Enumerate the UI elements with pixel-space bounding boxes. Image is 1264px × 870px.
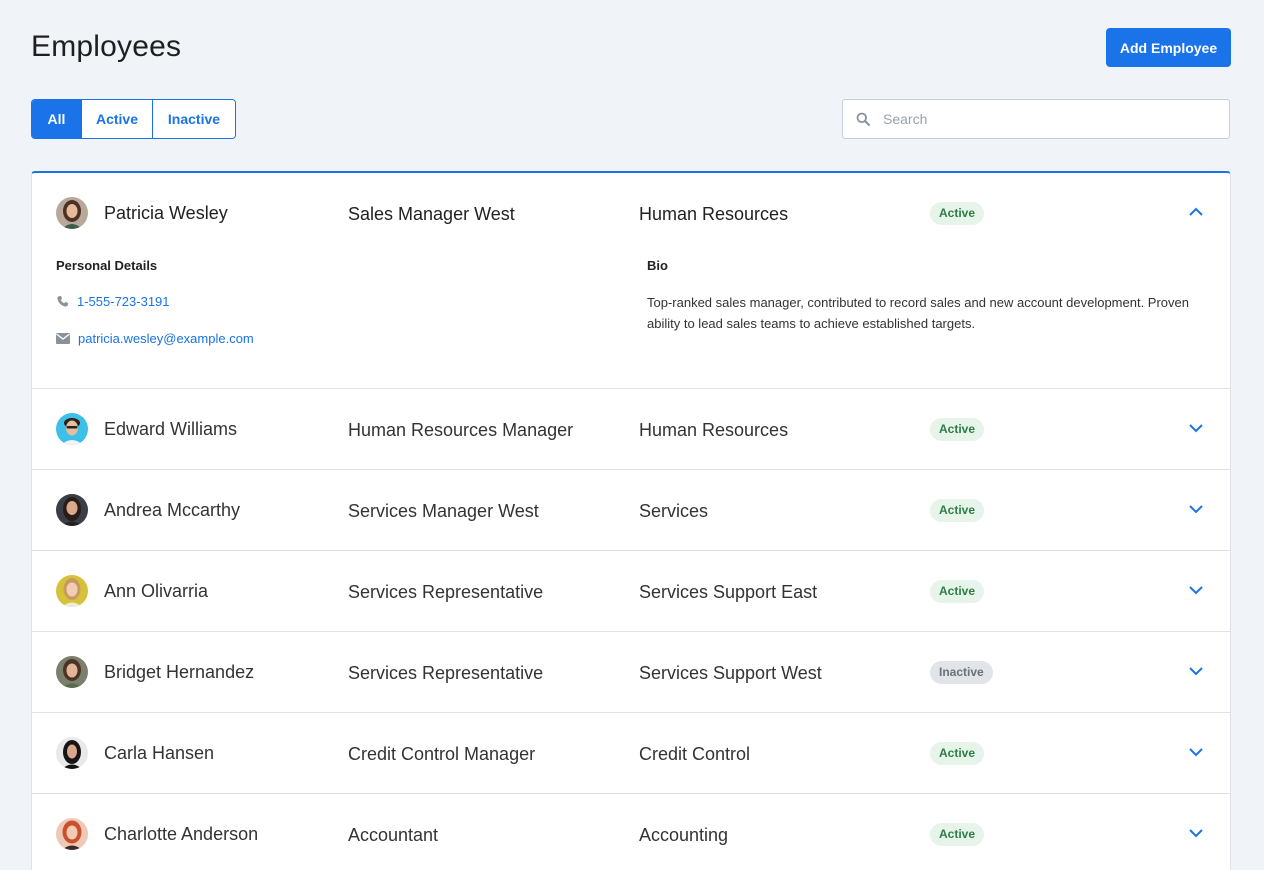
employee-row[interactable]: Patricia Wesley Sales Manager West Human…: [32, 173, 1230, 389]
chevron-up-icon[interactable]: [1188, 206, 1204, 218]
employee-row[interactable]: Edward Williams Human Resources Manager …: [32, 389, 1230, 470]
employee-title: Services Representative: [348, 582, 544, 602]
employee-department: Services Support East: [639, 582, 818, 602]
search-icon: [856, 112, 870, 126]
add-employee-button[interactable]: Add Employee: [1106, 28, 1231, 67]
envelope-icon: [56, 333, 70, 344]
search-input[interactable]: [883, 100, 1223, 138]
employee-department: Credit Control: [639, 744, 751, 764]
employee-title: Sales Manager West: [348, 204, 515, 224]
chevron-down-icon[interactable]: [1188, 584, 1204, 596]
filter-all-button[interactable]: All: [32, 100, 81, 138]
email-link[interactable]: patricia.wesley@example.com: [78, 331, 254, 346]
employee-row[interactable]: Andrea Mccarthy Services Manager West Se…: [32, 470, 1230, 551]
employee-name: Patricia Wesley: [104, 203, 228, 223]
employee-name: Ann Olivarria: [104, 581, 209, 601]
employee-list: Patricia Wesley Sales Manager West Human…: [31, 171, 1231, 870]
status-badge: Active: [930, 499, 985, 522]
chevron-down-icon[interactable]: [1188, 665, 1204, 677]
employee-name: Carla Hansen: [104, 743, 215, 763]
chevron-down-icon[interactable]: [1188, 422, 1204, 434]
status-filter-group: All Active Inactive: [31, 99, 236, 139]
status-badge: Active: [930, 742, 985, 765]
employee-title: Services Representative: [348, 663, 544, 683]
employee-row[interactable]: Carla Hansen Credit Control Manager Cred…: [32, 713, 1230, 794]
employee-department: Human Resources: [639, 420, 789, 440]
avatar: [56, 197, 88, 229]
page-title: Employees: [31, 30, 182, 63]
employee-name: Bridget Hernandez: [104, 662, 255, 682]
bio-label: Bio: [647, 258, 668, 273]
employee-department: Accounting: [639, 825, 729, 845]
filter-inactive-button[interactable]: Inactive: [152, 100, 235, 138]
chevron-down-icon[interactable]: [1188, 503, 1204, 515]
employee-department: Services Support West: [639, 663, 822, 683]
employee-row[interactable]: Bridget Hernandez Services Representativ…: [32, 632, 1230, 713]
employee-row[interactable]: Charlotte Anderson Accountant Accounting…: [32, 794, 1230, 870]
employee-department: Human Resources: [639, 204, 789, 224]
employee-title: Human Resources Manager: [348, 420, 574, 440]
employee-title: Credit Control Manager: [348, 744, 536, 764]
avatar: [56, 656, 88, 688]
status-badge: Active: [930, 202, 985, 225]
avatar: [56, 413, 88, 445]
employee-name: Edward Williams: [104, 419, 238, 439]
filter-active-button[interactable]: Active: [81, 100, 152, 138]
avatar: [56, 575, 88, 607]
avatar: [56, 818, 88, 850]
employee-title: Accountant: [348, 825, 439, 845]
employee-name: Charlotte Anderson: [104, 824, 259, 844]
phone-icon: [57, 295, 69, 307]
employee-name: Andrea Mccarthy: [104, 500, 241, 520]
employee-row[interactable]: Ann Olivarria Services Representative Se…: [32, 551, 1230, 632]
email-detail: patricia.wesley@example.com: [56, 331, 254, 346]
phone-detail: 1-555-723-3191: [56, 294, 170, 309]
bio-text: Top-ranked sales manager, contributed to…: [647, 295, 1189, 331]
employee-department: Services: [639, 501, 709, 521]
avatar: [56, 737, 88, 769]
chevron-down-icon[interactable]: [1188, 746, 1204, 758]
employee-title: Services Manager West: [348, 501, 539, 521]
avatar: [56, 494, 88, 526]
search-box: [842, 99, 1230, 139]
status-badge: Active: [930, 823, 985, 846]
phone-link[interactable]: 1-555-723-3191: [77, 294, 170, 309]
status-badge: Inactive: [930, 661, 993, 684]
chevron-down-icon[interactable]: [1188, 827, 1204, 839]
personal-details-label: Personal Details: [56, 258, 158, 273]
status-badge: Active: [930, 580, 985, 603]
status-badge: Active: [930, 418, 985, 441]
